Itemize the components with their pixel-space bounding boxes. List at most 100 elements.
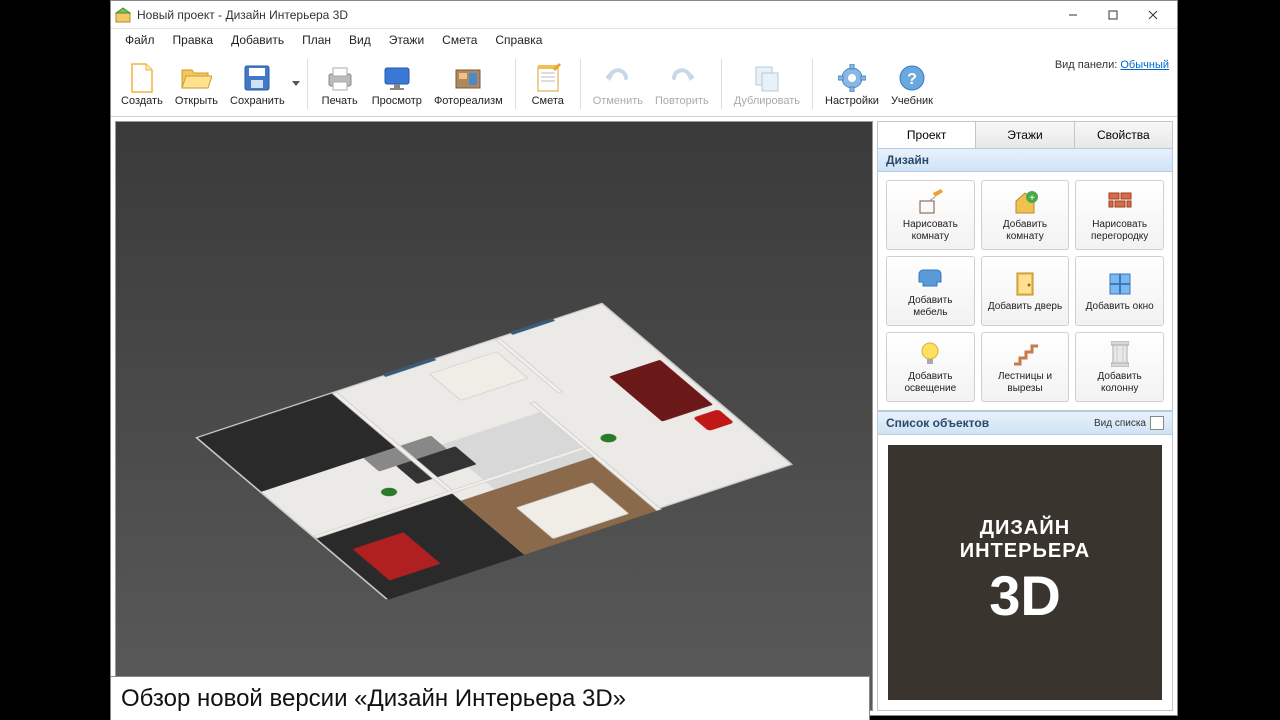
printer-icon: [325, 61, 355, 95]
panel-mode-label: Вид панели:: [1055, 59, 1117, 71]
add-column-label: Добавить колонну: [1080, 371, 1159, 395]
menu-floors[interactable]: Этажи: [381, 31, 432, 49]
toolbar-print-label: Печать: [322, 95, 358, 107]
menu-edit[interactable]: Правка: [165, 31, 222, 49]
help-icon: ?: [899, 61, 925, 95]
toolbar: Создать Открыть Сохранить Печать: [111, 51, 1177, 117]
draw-room-button[interactable]: Нарисовать комнату: [886, 180, 975, 250]
objects-section-header: Список объектов Вид списка: [877, 411, 1173, 435]
toolbar-redo-button: Повторить: [649, 59, 715, 109]
add-window-label: Добавить окно: [1086, 301, 1154, 313]
video-caption: Обзор новой версии «Дизайн Интерьера 3D»: [110, 676, 870, 720]
notepad-icon: [535, 61, 561, 95]
menu-estimate[interactable]: Смета: [434, 31, 485, 49]
column-icon: [1111, 339, 1129, 369]
add-light-button[interactable]: Добавить освещение: [886, 332, 975, 402]
brick-wall-icon: [1107, 187, 1133, 217]
toolbar-settings-button[interactable]: Настройки: [819, 59, 885, 109]
viewmode-label: Вид списка: [1094, 418, 1146, 429]
design-header-label: Дизайн: [886, 153, 929, 167]
add-room-label: Добавить комнату: [986, 219, 1065, 243]
window-title: Новый проект - Дизайн Интерьера 3D: [137, 8, 1053, 22]
toolbar-preview-label: Просмотр: [372, 95, 422, 107]
gear-icon: [838, 61, 866, 95]
menu-help[interactable]: Справка: [487, 31, 550, 49]
toolbar-open-label: Открыть: [175, 95, 218, 107]
tab-project[interactable]: Проект: [878, 122, 976, 148]
lightbulb-icon: [920, 339, 940, 369]
side-tabs: Проект Этажи Свойства: [877, 121, 1173, 148]
add-furniture-button[interactable]: Добавить мебель: [886, 256, 975, 326]
toolbar-help-label: Учебник: [891, 95, 933, 107]
add-room-button[interactable]: + Добавить комнату: [981, 180, 1070, 250]
promo-line3: 3D: [989, 563, 1061, 628]
save-icon: [243, 61, 271, 95]
promo-banner: ДИЗАЙН ИНТЕРЬЕРА 3D: [888, 445, 1162, 700]
content-area: Проект Этажи Свойства Дизайн Нарисовать …: [111, 117, 1177, 715]
menu-plan[interactable]: План: [294, 31, 339, 49]
app-icon: [115, 7, 131, 23]
new-file-icon: [128, 61, 156, 95]
photorealism-icon: [453, 61, 483, 95]
close-button[interactable]: [1133, 1, 1173, 29]
maximize-button[interactable]: [1093, 1, 1133, 29]
add-door-button[interactable]: Добавить дверь: [981, 256, 1070, 326]
panel-mode: Вид панели: Обычный: [1055, 59, 1169, 71]
objects-header-label: Список объектов: [886, 416, 989, 430]
list-viewmode[interactable]: Вид списка: [1094, 416, 1164, 430]
toolbar-help-button[interactable]: ? Учебник: [885, 59, 939, 109]
titlebar: Новый проект - Дизайн Интерьера 3D: [111, 1, 1177, 29]
door-icon: [1015, 269, 1035, 299]
add-column-button[interactable]: Добавить колонну: [1075, 332, 1164, 402]
tab-properties[interactable]: Свойства: [1075, 122, 1172, 148]
objects-list: ДИЗАЙН ИНТЕРЬЕРА 3D: [877, 435, 1173, 711]
toolbar-photoreal-button[interactable]: Фотореализм: [428, 59, 509, 109]
side-panel: Проект Этажи Свойства Дизайн Нарисовать …: [877, 117, 1177, 715]
menu-file[interactable]: Файл: [117, 31, 163, 49]
toolbar-duplicate-button: Дублировать: [728, 59, 806, 109]
panel-mode-link[interactable]: Обычный: [1120, 59, 1169, 71]
window-buttons: [1053, 1, 1173, 29]
add-light-label: Добавить освещение: [891, 371, 970, 395]
toolbar-create-label: Создать: [121, 95, 163, 107]
add-furniture-label: Добавить мебель: [891, 295, 970, 319]
minimize-button[interactable]: [1053, 1, 1093, 29]
toolbar-save-dropdown[interactable]: [291, 81, 301, 87]
menu-add[interactable]: Добавить: [223, 31, 292, 49]
tab-floors[interactable]: Этажи: [976, 122, 1074, 148]
menubar: Файл Правка Добавить План Вид Этажи Смет…: [111, 29, 1177, 51]
add-room-icon: +: [1012, 187, 1038, 217]
3d-viewport[interactable]: [115, 121, 873, 711]
stairs-button[interactable]: Лестницы и вырезы: [981, 332, 1070, 402]
toolbar-settings-label: Настройки: [825, 95, 879, 107]
add-window-button[interactable]: Добавить окно: [1075, 256, 1164, 326]
menu-view[interactable]: Вид: [341, 31, 379, 49]
list-view-icon: [1150, 416, 1164, 430]
toolbar-save-button[interactable]: Сохранить: [224, 59, 291, 109]
redo-icon: [668, 61, 696, 95]
toolbar-estimate-button[interactable]: Смета: [522, 59, 574, 109]
folder-open-icon: [180, 61, 212, 95]
monitor-icon: [382, 61, 412, 95]
design-section-header: Дизайн: [877, 148, 1173, 172]
toolbar-preview-button[interactable]: Просмотр: [366, 59, 428, 109]
draw-room-label: Нарисовать комнату: [891, 219, 970, 243]
app-window: Новый проект - Дизайн Интерьера 3D Файл …: [110, 0, 1178, 716]
duplicate-icon: [753, 61, 781, 95]
toolbar-open-button[interactable]: Открыть: [169, 59, 224, 109]
toolbar-create-button[interactable]: Создать: [115, 59, 169, 109]
stairs-icon: [1012, 339, 1038, 369]
toolbar-save-label: Сохранить: [230, 95, 285, 107]
window-icon: [1108, 269, 1132, 299]
undo-icon: [604, 61, 632, 95]
promo-line2: ИНТЕРЬЕРА: [960, 540, 1090, 563]
add-door-label: Добавить дверь: [988, 301, 1062, 313]
armchair-icon: [917, 263, 943, 293]
design-buttons: Нарисовать комнату + Добавить комнату На…: [877, 172, 1173, 411]
svg-text:?: ?: [907, 71, 917, 88]
draw-partition-button[interactable]: Нарисовать перегородку: [1075, 180, 1164, 250]
stairs-label: Лестницы и вырезы: [986, 371, 1065, 395]
pencil-room-icon: [917, 187, 943, 217]
toolbar-print-button[interactable]: Печать: [314, 59, 366, 109]
toolbar-undo-label: Отменить: [593, 95, 643, 107]
